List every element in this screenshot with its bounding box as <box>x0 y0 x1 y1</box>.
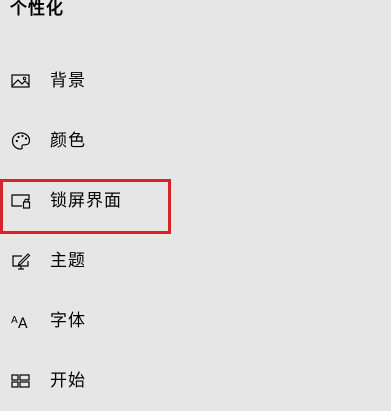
section-title: 个性化 <box>10 0 64 19</box>
nav-item-background[interactable]: 背景 <box>0 51 391 111</box>
nav-item-label: 锁屏界面 <box>50 191 122 211</box>
font-icon: A A <box>10 310 32 332</box>
svg-text:A: A <box>11 315 18 326</box>
theme-icon <box>10 250 32 272</box>
nav-item-label: 字体 <box>50 311 86 331</box>
palette-icon <box>10 130 32 152</box>
svg-text:A: A <box>18 316 28 332</box>
nav-item-start[interactable]: 开始 <box>0 351 391 411</box>
nav-item-label: 颜色 <box>50 131 86 151</box>
nav-item-label: 背景 <box>50 71 86 91</box>
lock-screen-icon <box>10 190 32 212</box>
nav-item-label: 主题 <box>50 251 86 271</box>
nav-item-colors[interactable]: 颜色 <box>0 111 391 171</box>
picture-icon <box>10 70 32 92</box>
nav-item-lock-screen[interactable]: 锁屏界面 <box>0 171 391 231</box>
nav-item-themes[interactable]: 主题 <box>0 231 391 291</box>
nav-item-fonts[interactable]: A A 字体 <box>0 291 391 351</box>
start-icon <box>10 370 32 392</box>
nav-item-label: 开始 <box>50 371 86 391</box>
